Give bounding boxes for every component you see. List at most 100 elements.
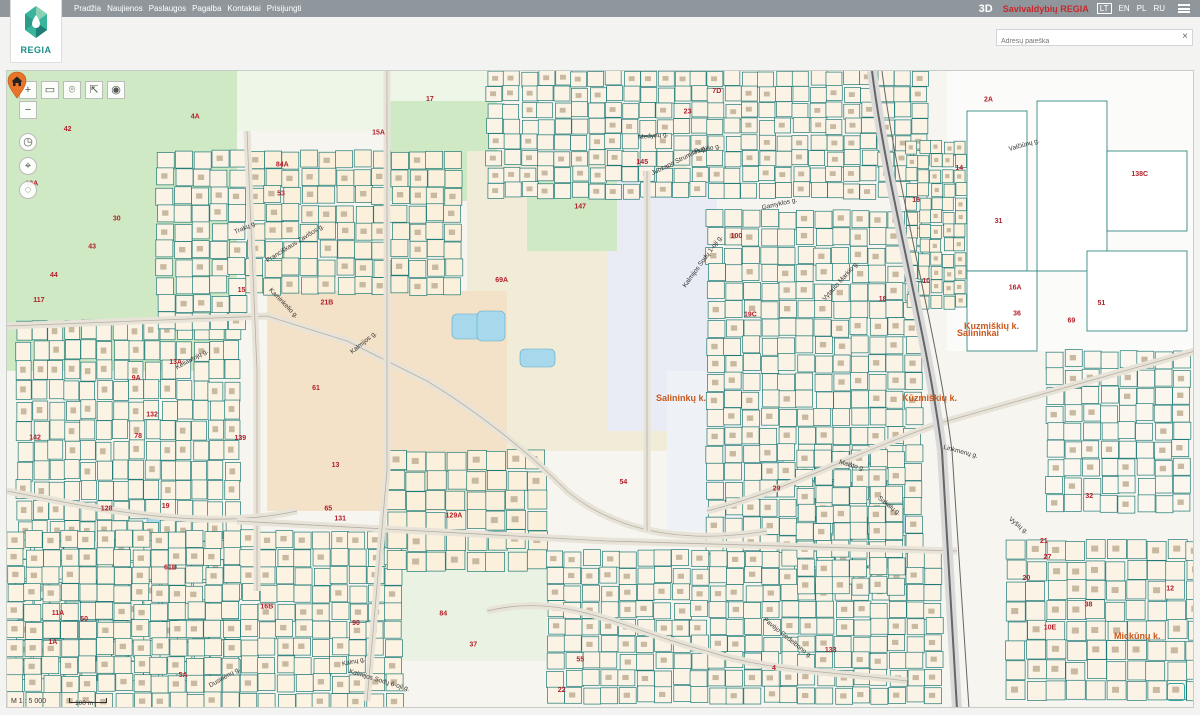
parcel[interactable] <box>816 600 834 618</box>
parcel[interactable] <box>672 182 689 198</box>
parcel[interactable] <box>673 135 691 152</box>
parcel[interactable] <box>312 620 330 639</box>
parcel[interactable] <box>887 451 905 470</box>
parcel[interactable] <box>156 152 175 170</box>
cadastral-map[interactable]: 2316192115A17151313A1410A109A2A4129A1321… <box>6 70 1194 708</box>
parcel[interactable] <box>674 85 692 102</box>
parcel[interactable] <box>443 151 462 169</box>
parcel[interactable] <box>1027 681 1047 701</box>
target-button[interactable]: ◉ <box>107 81 125 99</box>
parcel[interactable] <box>777 373 795 392</box>
parcel[interactable] <box>740 182 757 199</box>
parcel[interactable] <box>145 361 161 382</box>
parcel[interactable] <box>383 620 402 639</box>
parcel[interactable] <box>907 551 925 568</box>
parcel[interactable] <box>209 169 228 188</box>
parcel[interactable] <box>1147 560 1167 581</box>
parcel[interactable] <box>851 407 870 426</box>
parcel[interactable] <box>63 459 80 480</box>
parcel[interactable] <box>1127 560 1148 580</box>
parcel[interactable] <box>1046 439 1065 458</box>
parcel[interactable] <box>193 151 212 170</box>
parcel[interactable] <box>185 530 204 548</box>
parcel[interactable] <box>853 636 872 654</box>
parcel[interactable] <box>582 584 600 602</box>
parcel[interactable] <box>742 209 761 228</box>
parcel[interactable] <box>1085 680 1106 701</box>
parcel[interactable] <box>168 531 186 550</box>
parcel-number[interactable]: 36 <box>1013 311 1021 318</box>
parcel[interactable] <box>527 489 548 510</box>
parcel[interactable] <box>723 183 741 199</box>
parcel[interactable] <box>833 469 852 488</box>
parcel[interactable] <box>300 149 318 168</box>
parcel[interactable] <box>113 549 131 568</box>
parcel[interactable] <box>709 566 727 584</box>
parcel[interactable] <box>115 693 134 708</box>
parcel[interactable] <box>1136 441 1154 460</box>
parcel[interactable] <box>205 602 223 621</box>
parcel-number[interactable]: 13 <box>332 462 340 469</box>
parcel[interactable] <box>1136 457 1155 476</box>
parcel[interactable] <box>653 602 672 620</box>
parcel[interactable] <box>276 674 295 693</box>
parcel[interactable] <box>80 339 97 360</box>
place-pin-button[interactable]: ⌾ <box>63 81 81 99</box>
parcel[interactable] <box>96 547 115 566</box>
parcel[interactable] <box>893 71 911 87</box>
parcel[interactable] <box>1045 476 1063 494</box>
parcel[interactable] <box>294 567 313 586</box>
parcel[interactable] <box>96 566 115 585</box>
parcel[interactable] <box>849 505 868 524</box>
parcel[interactable] <box>113 381 130 401</box>
parcel[interactable] <box>408 205 427 224</box>
parcel[interactable] <box>563 585 582 603</box>
parcel[interactable] <box>467 509 487 529</box>
parcel[interactable] <box>1188 620 1194 641</box>
parcel[interactable] <box>941 197 954 211</box>
parcel[interactable] <box>781 549 800 567</box>
parcel[interactable] <box>1154 475 1173 494</box>
parcel[interactable] <box>870 617 889 635</box>
parcel[interactable] <box>143 479 160 500</box>
parcel[interactable] <box>504 181 522 198</box>
parcel[interactable] <box>210 400 226 421</box>
lang-en[interactable]: EN <box>1119 4 1130 13</box>
parcel[interactable] <box>127 479 144 500</box>
parcel[interactable] <box>1045 351 1064 370</box>
parcel-number[interactable]: 69 <box>1067 317 1075 324</box>
parcel-number[interactable]: 51 <box>1097 300 1105 307</box>
parcel[interactable] <box>588 102 605 119</box>
parcel[interactable] <box>919 209 932 224</box>
parcel[interactable] <box>293 549 312 568</box>
parcel[interactable] <box>931 197 944 212</box>
parcel[interactable] <box>223 340 239 360</box>
parcel-number[interactable]: 14 <box>955 165 963 172</box>
parcel[interactable] <box>240 639 259 658</box>
parcel-number[interactable]: 18 <box>879 296 887 303</box>
parcel[interactable] <box>96 401 113 421</box>
parcel[interactable] <box>207 460 224 480</box>
parcel[interactable] <box>600 687 619 705</box>
parcel-number[interactable]: 32 <box>1085 493 1093 500</box>
parcel[interactable] <box>757 71 774 88</box>
parcel[interactable] <box>708 601 727 618</box>
parcel[interactable] <box>885 300 904 318</box>
parcel[interactable] <box>761 318 780 337</box>
parcel[interactable] <box>554 134 571 151</box>
nav-news[interactable]: Naujienos <box>107 4 143 13</box>
parcel[interactable] <box>723 71 741 86</box>
parcel[interactable] <box>426 203 444 222</box>
parcel[interactable] <box>795 522 814 541</box>
parcel[interactable] <box>384 567 403 586</box>
parcel[interactable] <box>191 420 207 441</box>
parcel[interactable] <box>386 490 406 510</box>
parcel[interactable] <box>487 103 505 120</box>
parcel[interactable] <box>859 165 877 182</box>
parcel[interactable] <box>7 657 24 676</box>
parcel[interactable] <box>1155 495 1174 514</box>
parcel[interactable] <box>906 685 925 703</box>
parcel[interactable] <box>743 282 762 300</box>
parcel[interactable] <box>566 669 584 687</box>
parcel-number[interactable]: 139 <box>234 435 246 442</box>
